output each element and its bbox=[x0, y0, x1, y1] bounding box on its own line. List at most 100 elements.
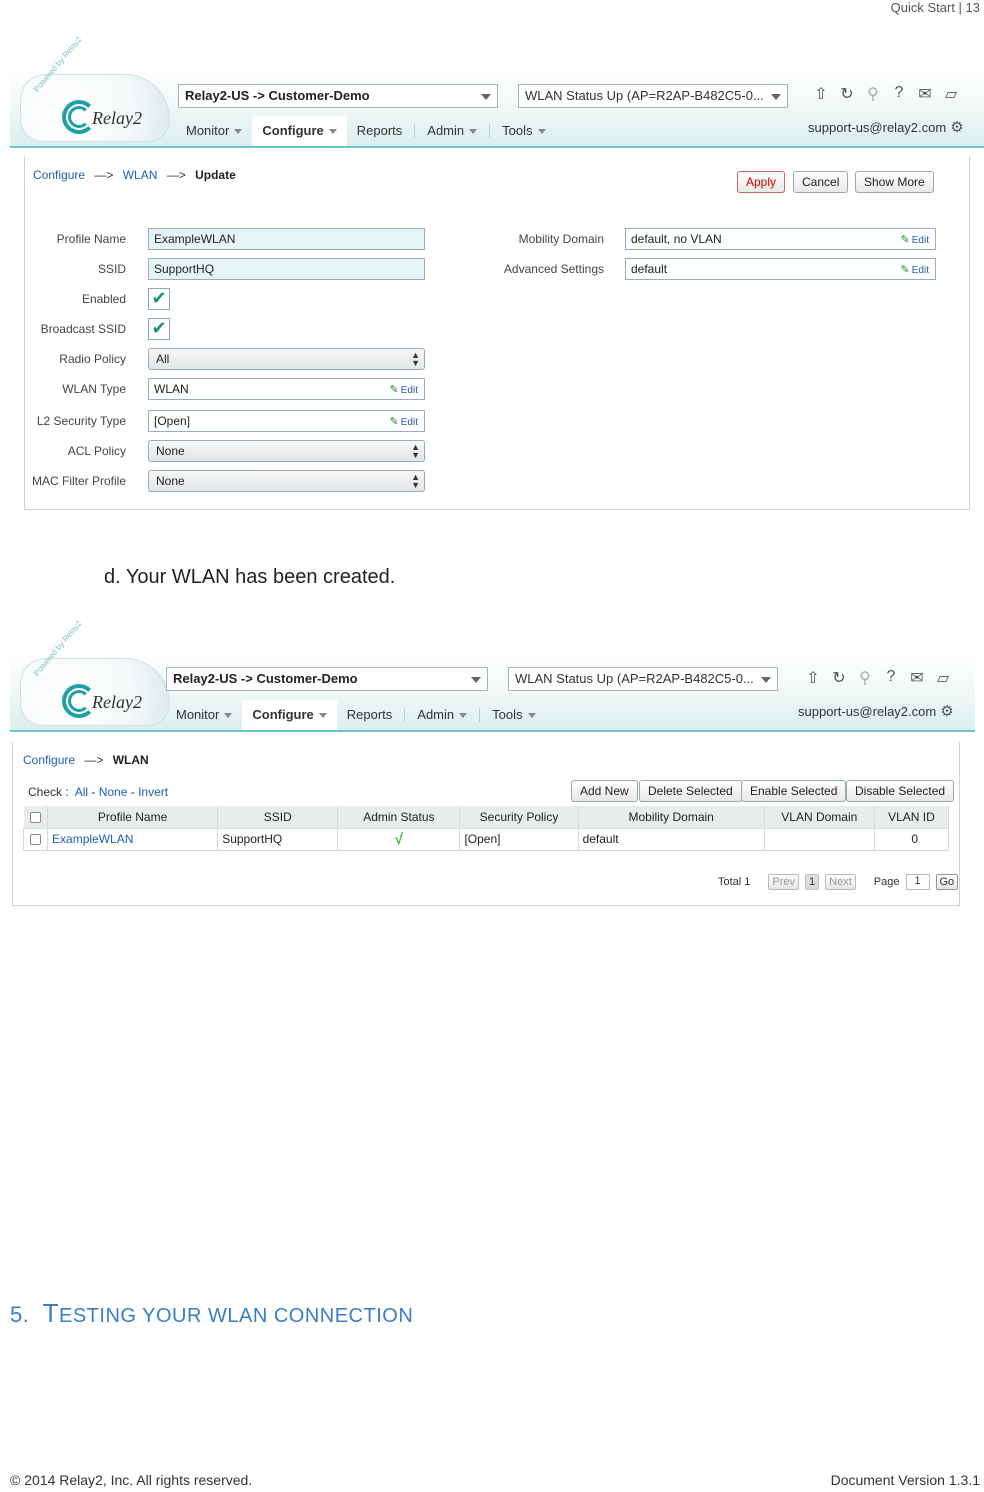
acl-policy-label: ACL Policy bbox=[67, 444, 126, 458]
updown-icon: ▲ ▼ bbox=[411, 472, 420, 490]
col-security-policy[interactable]: Security Policy bbox=[459, 806, 579, 828]
next-button[interactable]: Next bbox=[825, 874, 856, 890]
chevron-down-icon bbox=[481, 94, 491, 100]
status-select[interactable]: WLAN Status Up (AP=R2AP-B482C5-0... bbox=[508, 667, 778, 691]
col-mobility-domain[interactable]: Mobility Domain bbox=[578, 806, 765, 828]
pager: Total 1 Prev 1 Next Page 1 Go bbox=[718, 874, 959, 890]
broadcast-ssid-checkbox[interactable]: ✔ bbox=[148, 318, 170, 340]
checkmark-icon: √ bbox=[394, 830, 403, 848]
l2-security-label: L2 Security Type bbox=[36, 414, 126, 428]
mac-filter-label: MAC Filter Profile bbox=[31, 474, 126, 488]
select-all-checkbox[interactable] bbox=[23, 806, 49, 828]
device-icon[interactable]: ▱ bbox=[934, 668, 952, 688]
step-text: d. Your WLAN has been created. bbox=[104, 566, 396, 588]
enabled-checkbox[interactable]: ✔ bbox=[148, 288, 170, 310]
device-icon[interactable]: ▱ bbox=[942, 84, 960, 104]
prev-button[interactable]: Prev bbox=[768, 874, 800, 890]
check-label: Check : bbox=[28, 785, 69, 799]
cell-security-policy: [Open] bbox=[459, 827, 579, 851]
page-input[interactable]: 1 bbox=[905, 874, 930, 890]
chevron-down-icon bbox=[771, 94, 781, 100]
mail-icon[interactable]: ✉ bbox=[908, 668, 926, 688]
delete-selected-button[interactable]: Delete Selected bbox=[639, 780, 742, 802]
acl-policy-select[interactable]: None ▲ ▼ bbox=[148, 440, 425, 462]
nav-configure[interactable]: Configure bbox=[242, 700, 337, 730]
enable-selected-button[interactable]: Enable Selected bbox=[741, 780, 847, 802]
check-none-link[interactable]: None bbox=[99, 785, 128, 799]
refresh-icon[interactable]: ↻ bbox=[838, 84, 856, 104]
upload-icon[interactable]: ⇧ bbox=[804, 668, 822, 688]
ssid-field[interactable]: SupportHQ bbox=[148, 258, 425, 280]
nav-reports[interactable]: Reports bbox=[347, 116, 413, 146]
mobility-domain-label: Mobility Domain bbox=[518, 232, 604, 246]
search-icon[interactable]: ⚲ bbox=[864, 84, 882, 104]
nav-monitor[interactable]: Monitor bbox=[166, 700, 242, 730]
radio-policy-select[interactable]: All ▲ ▼ bbox=[148, 348, 425, 370]
help-icon[interactable]: ? bbox=[890, 84, 908, 104]
add-new-button[interactable]: Add New bbox=[571, 780, 638, 802]
refresh-icon[interactable]: ↻ bbox=[830, 668, 848, 688]
show-more-button[interactable]: Show More bbox=[855, 171, 934, 193]
main-nav: Monitor Configure Reports Admin Tools bbox=[166, 700, 546, 730]
radio-policy-label: Radio Policy bbox=[59, 352, 126, 366]
chevron-down-icon bbox=[761, 677, 771, 683]
go-button[interactable]: Go bbox=[935, 874, 959, 890]
profile-name-field[interactable]: ExampleWLAN bbox=[148, 228, 425, 250]
app-header: Powered by Relay2 Relay2 Relay2-US -> Cu… bbox=[10, 35, 984, 148]
gear-icon[interactable]: ⚙ bbox=[940, 703, 953, 720]
nav-monitor[interactable]: Monitor bbox=[176, 116, 252, 146]
advanced-settings-edit-link[interactable]: ✎ Edit bbox=[901, 263, 929, 276]
mac-filter-select[interactable]: None ▲ ▼ bbox=[148, 470, 425, 492]
l2-security-field: [Open] ✎ Edit bbox=[148, 410, 425, 432]
col-admin-status[interactable]: Admin Status bbox=[337, 806, 461, 828]
col-vlan-id[interactable]: VLAN ID bbox=[874, 806, 950, 828]
col-profile-name[interactable]: Profile Name bbox=[47, 806, 219, 828]
page-1-button[interactable]: 1 bbox=[805, 874, 820, 890]
organization-select[interactable]: Relay2-US -> Customer-Demo bbox=[178, 84, 498, 108]
ssid-label: SSID bbox=[97, 262, 126, 276]
mobility-domain-field: default, no VLAN ✎ Edit bbox=[625, 228, 936, 250]
gear-icon[interactable]: ⚙ bbox=[950, 119, 963, 136]
nav-reports[interactable]: Reports bbox=[337, 700, 403, 730]
wlan-list-screenshot: Powered by Relay2 Relay2 Relay2-US -> Cu… bbox=[10, 619, 975, 906]
copyright: © 2014 Relay2, Inc. All rights reserved. bbox=[10, 1472, 253, 1488]
status-select[interactable]: WLAN Status Up (AP=R2AP-B482C5-0... bbox=[518, 84, 788, 108]
l2-security-edit-link[interactable]: ✎ Edit bbox=[390, 415, 418, 428]
main-nav: Monitor Configure Reports Admin Tools bbox=[176, 116, 556, 146]
nav-tools[interactable]: Tools bbox=[482, 700, 545, 730]
row-checkbox[interactable] bbox=[22, 827, 49, 851]
support-email[interactable]: support-us@relay2.com ⚙ bbox=[798, 702, 954, 720]
apply-button[interactable]: Apply bbox=[737, 171, 786, 193]
cell-profile-name[interactable]: ExampleWLAN bbox=[47, 827, 219, 851]
breadcrumb-wlan[interactable]: WLAN bbox=[123, 168, 158, 182]
update-panel: Configure —> WLAN —> Update Apply Cancel… bbox=[24, 156, 970, 510]
check-all-link[interactable]: All bbox=[75, 785, 88, 799]
chevron-down-icon bbox=[471, 677, 481, 683]
wlan-list-panel: Configure —> WLAN Check : All - None - I… bbox=[12, 742, 960, 906]
wlan-type-edit-link[interactable]: ✎ Edit bbox=[390, 383, 418, 396]
app-header: Powered by Relay2 Relay2 Relay2-US -> Cu… bbox=[10, 619, 975, 732]
mail-icon[interactable]: ✉ bbox=[916, 84, 934, 104]
search-icon[interactable]: ⚲ bbox=[856, 668, 874, 688]
support-email[interactable]: support-us@relay2.com ⚙ bbox=[808, 118, 964, 136]
mobility-domain-edit-link[interactable]: ✎ Edit bbox=[901, 233, 929, 246]
col-ssid[interactable]: SSID bbox=[217, 806, 339, 828]
cancel-button[interactable]: Cancel bbox=[793, 171, 849, 193]
nav-admin[interactable]: Admin bbox=[407, 700, 477, 730]
nav-tools[interactable]: Tools bbox=[492, 116, 555, 146]
help-icon[interactable]: ? bbox=[882, 668, 900, 688]
disable-selected-button[interactable]: Disable Selected bbox=[846, 780, 955, 802]
nav-admin[interactable]: Admin bbox=[417, 116, 487, 146]
check-controls: Check : All - None - Invert bbox=[28, 785, 169, 799]
pencil-icon: ✎ bbox=[900, 264, 910, 276]
nav-configure[interactable]: Configure bbox=[252, 116, 347, 146]
breadcrumb-configure[interactable]: Configure bbox=[33, 168, 85, 182]
breadcrumb: Configure —> WLAN bbox=[23, 753, 149, 767]
breadcrumb-update: Update bbox=[195, 168, 236, 182]
breadcrumb-configure[interactable]: Configure bbox=[23, 753, 75, 767]
wlan-type-label: WLAN Type bbox=[62, 382, 126, 396]
col-vlan-domain[interactable]: VLAN Domain bbox=[764, 806, 875, 828]
upload-icon[interactable]: ⇧ bbox=[812, 84, 830, 104]
organization-select[interactable]: Relay2-US -> Customer-Demo bbox=[166, 667, 488, 691]
check-invert-link[interactable]: Invert bbox=[138, 785, 168, 799]
